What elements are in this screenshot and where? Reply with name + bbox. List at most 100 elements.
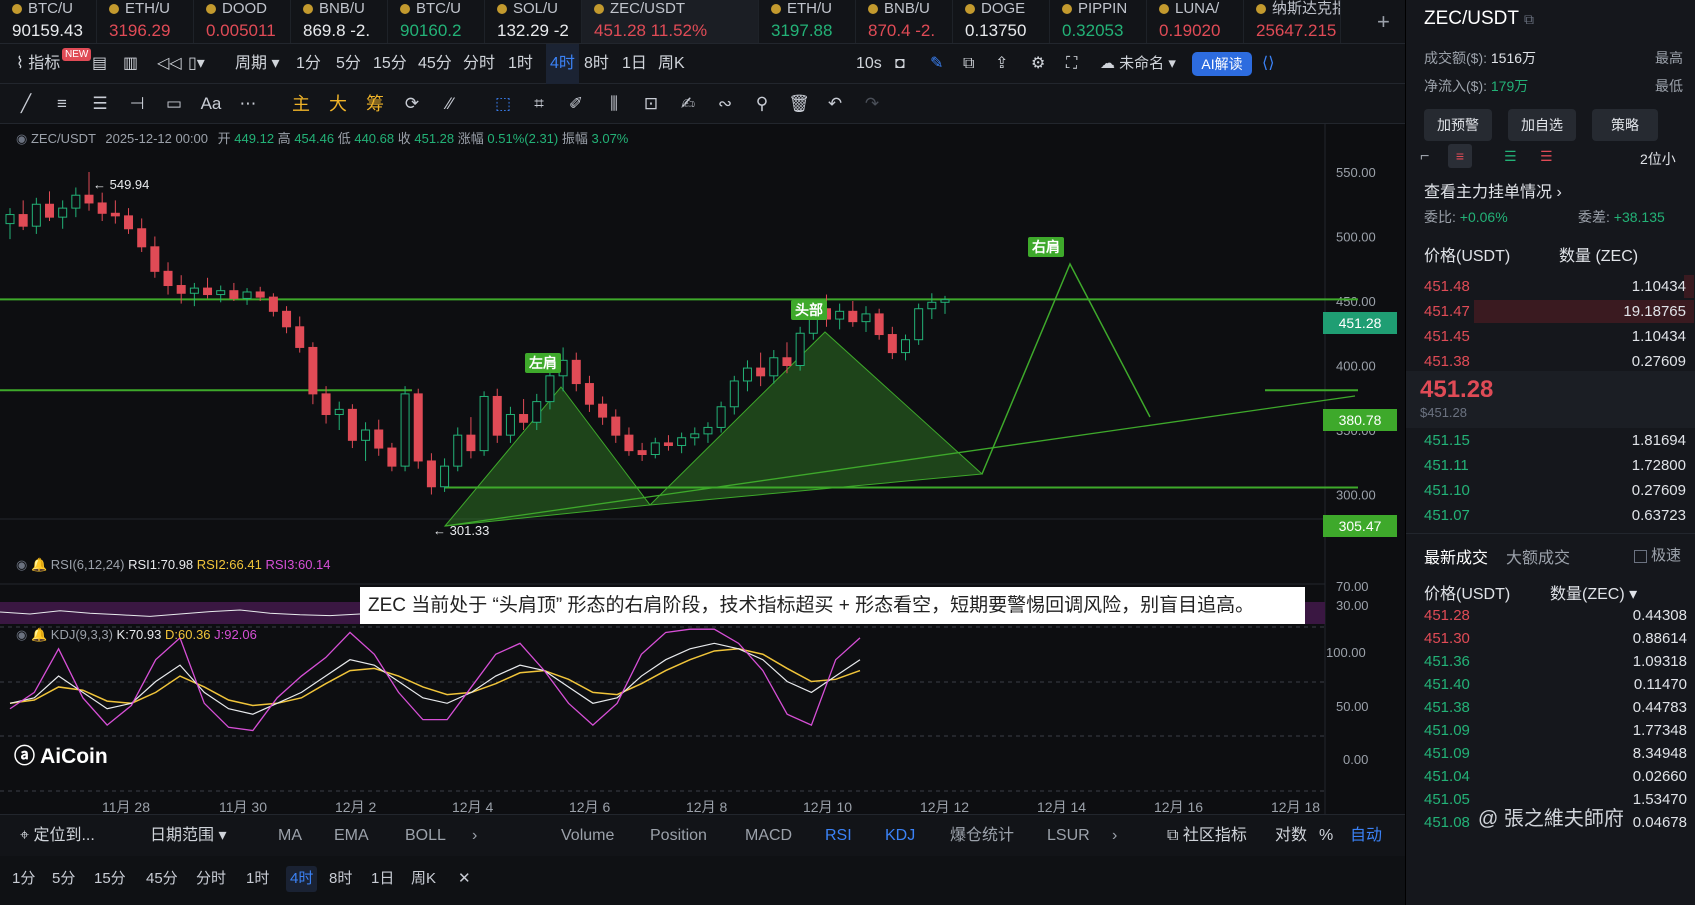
pen-icon[interactable]: ✎: [930, 44, 943, 84]
ask-row[interactable]: 451.48 1.10434: [1424, 274, 1694, 299]
edit-icon[interactable]: ✍: [676, 92, 700, 116]
main-chart-toggle[interactable]: 主: [289, 92, 313, 116]
view-both-icon[interactable]: ⌐: [1420, 148, 1429, 166]
bid-row[interactable]: 451.11 1.72800: [1424, 453, 1694, 478]
view-depth-icon[interactable]: ☰: [1540, 148, 1553, 165]
trash-icon[interactable]: 🗑: [787, 92, 811, 116]
strategy-button[interactable]: 策略: [1592, 109, 1658, 141]
sub-macd[interactable]: MACD: [745, 815, 792, 857]
bottom-interval-7[interactable]: 8时: [329, 866, 352, 892]
log-toggle[interactable]: 对数: [1275, 815, 1307, 857]
ticker-item[interactable]: BTC/U 90159.43: [0, 0, 97, 43]
bottom-interval-9[interactable]: 周K: [411, 866, 436, 892]
ticker-item[interactable]: LUNA/0.19020: [1147, 0, 1244, 43]
interval-3[interactable]: 45分: [418, 44, 452, 84]
auto-toggle[interactable]: 自动: [1350, 815, 1382, 857]
sub-lsur[interactable]: LSUR: [1047, 815, 1090, 857]
chart-svg[interactable]: 550.00500.00450.00400.00350.00300.0011月 …: [0, 124, 1405, 815]
hline-tool-icon[interactable]: ⊣: [125, 92, 149, 116]
percent-toggle[interactable]: %: [1319, 815, 1333, 857]
interval-5[interactable]: 1时: [508, 44, 533, 84]
text-tool-icon[interactable]: Aa: [199, 92, 223, 116]
cursor-icon[interactable]: ⬚: [491, 92, 515, 116]
lock-icon[interactable]: ⊡: [639, 92, 663, 116]
ind-boll[interactable]: BOLL: [405, 815, 446, 857]
interval-6[interactable]: 4时: [546, 44, 579, 84]
ind-ema[interactable]: EMA: [334, 815, 369, 857]
redo-icon[interactable]: ↷: [860, 92, 884, 116]
interval-4[interactable]: 分时: [463, 44, 495, 84]
line-tool-icon[interactable]: ╱: [14, 92, 38, 116]
period-dropdown[interactable]: 周期 ▾: [235, 44, 280, 84]
bottom-interval-2[interactable]: 15分: [94, 866, 126, 892]
ticker-item[interactable]: PIPPIN 0.32053: [1050, 0, 1147, 43]
indicator-button[interactable]: ⌇ 指标: [16, 44, 60, 84]
layout-name[interactable]: ☁ 未命名 ▾: [1100, 44, 1176, 84]
bottom-interval-5[interactable]: 1时: [246, 866, 269, 892]
template-icon[interactable]: ▤: [92, 44, 107, 84]
camera-icon[interactable]: ◘: [895, 44, 905, 84]
ticker-item[interactable]: BNB/U 869.8 -2.: [291, 0, 388, 43]
replay-icon[interactable]: ◁◁: [157, 44, 182, 84]
ticker-item[interactable]: ETH/U 3196.29: [97, 0, 194, 43]
bottom-interval-0[interactable]: 1分: [12, 866, 35, 892]
magnet-icon[interactable]: ∾: [713, 92, 737, 116]
chart-area[interactable]: 550.00500.00450.00400.00350.00300.0011月 …: [0, 124, 1405, 815]
more-tools-icon[interactable]: ⋯: [236, 92, 260, 116]
ticker-item[interactable]: ETH/U 3197.88: [759, 0, 856, 43]
ask-row[interactable]: 451.47 19.18765: [1424, 299, 1694, 324]
interval-7[interactable]: 8时: [584, 44, 609, 84]
ticker-item[interactable]: BNB/U 870.4 -2.: [856, 0, 953, 43]
bottom-interval-4[interactable]: 分时: [196, 866, 226, 892]
sub-position[interactable]: Position: [650, 815, 707, 857]
chip-toggle[interactable]: 筹: [363, 92, 387, 116]
ruler-icon[interactable]: ⌗: [527, 92, 551, 116]
parallel-tool-icon[interactable]: ☰: [88, 92, 112, 116]
ticker-item[interactable]: SOL/U 132.29 -2: [485, 0, 582, 43]
ticker-item[interactable]: 纳斯达克指 25647.215: [1244, 0, 1341, 43]
tab-large-trades[interactable]: 大额成交: [1506, 544, 1570, 568]
chevron-right-icon[interactable]: ›: [1112, 815, 1117, 857]
bottom-interval-3[interactable]: 45分: [146, 866, 178, 892]
add-ticker-icon[interactable]: +: [1377, 2, 1390, 42]
sub-kdj[interactable]: KDJ: [885, 815, 915, 857]
settings-icon[interactable]: ⚙: [1031, 44, 1045, 84]
community-indicators[interactable]: ⧉ 社区指标: [1167, 815, 1247, 857]
ticker-item[interactable]: ZEC/USDT 451.28 11.52%: [582, 0, 759, 43]
sub-liquidation[interactable]: 爆仓统计: [950, 815, 1014, 857]
date-range-dropdown[interactable]: 日期范围 ▾: [150, 815, 227, 857]
locate-button[interactable]: ⌖ 定位到...: [20, 815, 95, 857]
view-bids-icon[interactable]: ☰: [1504, 148, 1517, 165]
window-icon[interactable]: ⧉: [963, 44, 974, 84]
interval-9[interactable]: 周K: [658, 44, 685, 84]
chevron-right-icon[interactable]: ›: [472, 815, 477, 857]
bottom-interval-1[interactable]: 5分: [52, 866, 75, 892]
large-order-toggle[interactable]: 大: [326, 92, 350, 116]
trade-col-qty[interactable]: 数量(ZEC) ▾: [1550, 580, 1637, 604]
interval-8[interactable]: 1日: [622, 44, 647, 84]
ask-row[interactable]: 451.45 1.10434: [1424, 324, 1694, 349]
ticker-item[interactable]: DOGE 0.13750: [953, 0, 1050, 43]
tab-latest-trades[interactable]: 最新成交: [1424, 544, 1488, 568]
view-asks-icon[interactable]: ≡: [1448, 144, 1472, 168]
refresh-rate[interactable]: 10s: [856, 44, 882, 84]
fib-icon[interactable]: ⁄⁄: [438, 92, 462, 116]
candle-icon[interactable]: ⫼: [602, 92, 626, 116]
brush-icon[interactable]: ✐: [564, 92, 588, 116]
ticker-item[interactable]: DOOD 0.005011: [194, 0, 291, 43]
watchlist-button[interactable]: 加自选: [1508, 109, 1576, 141]
interval-2[interactable]: 15分: [373, 44, 407, 84]
sub-rsi[interactable]: RSI: [825, 815, 852, 857]
interval-1[interactable]: 5分: [336, 44, 361, 84]
ind-ma[interactable]: MA: [278, 815, 302, 857]
bid-row[interactable]: 451.10 0.27609: [1424, 478, 1694, 503]
ai-button[interactable]: AI解读: [1192, 52, 1252, 76]
undo-icon[interactable]: ↶: [823, 92, 847, 116]
share-icon[interactable]: ⇪: [995, 44, 1008, 84]
bid-row[interactable]: 451.15 1.81694: [1424, 428, 1694, 453]
bottom-interval-6[interactable]: 4时: [286, 866, 318, 892]
filter-icon[interactable]: ⚲: [750, 92, 774, 116]
depth-select[interactable]: 2位小: [1640, 149, 1676, 169]
bottom-interval-8[interactable]: 1日: [371, 866, 394, 892]
chart-type-icon[interactable]: ▯▾: [188, 44, 205, 84]
